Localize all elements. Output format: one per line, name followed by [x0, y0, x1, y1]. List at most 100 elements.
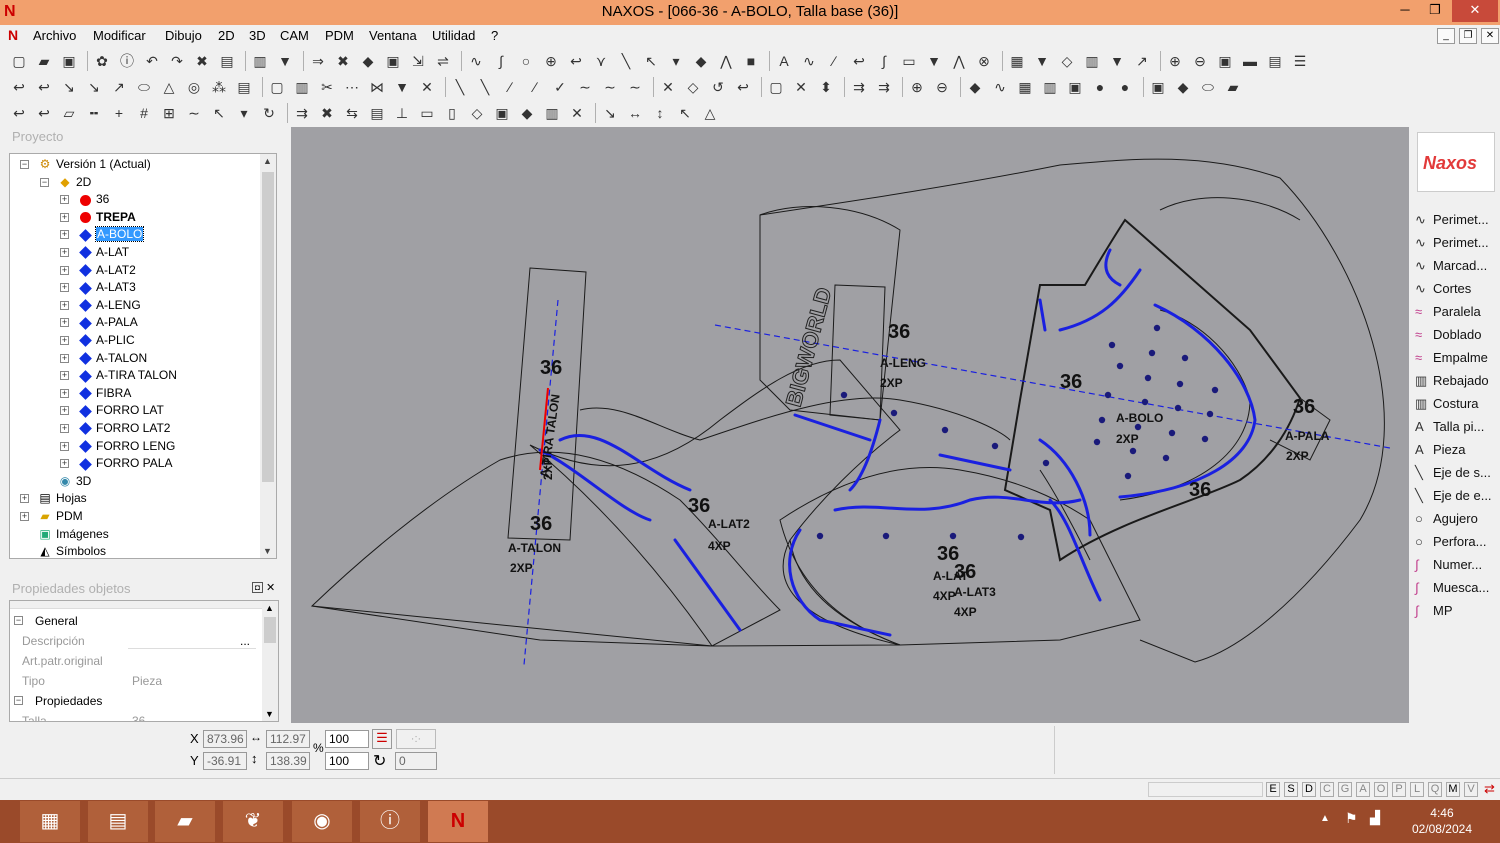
toolbar-tool-icon[interactable]: ∿ — [800, 52, 818, 70]
grid-snap-icon[interactable]: ·:· — [396, 729, 436, 749]
tree-expander-icon[interactable]: − — [20, 160, 29, 169]
toolbar-tool-icon[interactable]: ▼ — [925, 52, 943, 70]
tool-paralela-button[interactable]: ≈ Paralela — [1415, 301, 1481, 323]
scroll-down-icon[interactable]: ▼ — [263, 546, 272, 556]
toolbar-tool-icon[interactable]: ↩ — [734, 78, 752, 96]
tree-expander-icon[interactable]: + — [60, 388, 69, 398]
tree-expander-icon[interactable]: + — [60, 336, 69, 345]
tree-expander-icon[interactable]: + — [60, 424, 69, 433]
tray-arrow-icon[interactable]: ▲ — [1320, 813, 1330, 824]
menu-archivo[interactable]: Archivo — [33, 28, 76, 43]
toolbar-tool-icon[interactable]: ⊥ — [393, 104, 411, 122]
toolbar-tool-icon[interactable]: ◆ — [518, 104, 536, 122]
tree-item[interactable]: FORRO PALA — [74, 455, 172, 472]
pin-icon[interactable]: ◘ — [252, 582, 263, 593]
toolbar-tool-icon[interactable]: ✖ — [318, 104, 336, 122]
tree-expander-icon[interactable]: + — [60, 283, 69, 293]
tree-expander-icon[interactable]: + — [60, 230, 69, 240]
toolbar-tool-icon[interactable]: ↖ — [676, 104, 694, 122]
toolbar-tool-icon[interactable]: ∫ — [492, 52, 510, 70]
toolbar-tool-icon[interactable]: ⊞ — [160, 104, 178, 122]
toolbar-tool-icon[interactable]: ▤ — [1266, 52, 1284, 70]
pattern-drawing[interactable]: 36A-TIRA TALON2XP36A-TALON2XP36A-LAT24XP… — [291, 127, 1409, 723]
toolbar-tool-icon[interactable]: ⇉ — [875, 78, 893, 96]
tool-doblado-button[interactable]: ≈ Doblado — [1415, 324, 1481, 346]
status-toggle-q[interactable]: Q — [1428, 782, 1442, 797]
prop-row-talla[interactable]: Talla 36 — [10, 711, 262, 721]
tree-expander-icon[interactable]: + — [60, 300, 69, 310]
toolbar-tool-icon[interactable]: ⊕ — [1166, 52, 1184, 70]
menu-pdm[interactable]: PDM — [325, 28, 354, 43]
mdi-restore-icon[interactable]: ❐ — [1459, 28, 1477, 44]
tree-expander-icon[interactable]: + — [60, 265, 69, 275]
tree-expander-icon[interactable]: + — [60, 371, 69, 381]
menu-cam[interactable]: CAM — [280, 28, 309, 43]
status-toggle-d[interactable]: D — [1302, 782, 1316, 797]
toolbar-tool-icon[interactable]: ↔ — [626, 104, 644, 122]
clock[interactable]: 4:46 02/08/2024 — [1412, 805, 1472, 837]
tree-item[interactable]: A-LAT2 — [74, 262, 136, 279]
toolbar-tool-icon[interactable]: ⇉ — [850, 78, 868, 96]
toolbar-tool-icon[interactable]: ╲ — [617, 52, 635, 70]
toolbar-tool-icon[interactable]: ↩ — [850, 52, 868, 70]
status-flag-icon[interactable]: ⇄ — [1484, 781, 1495, 797]
toolbar-tool-icon[interactable]: ∕ — [501, 78, 519, 96]
group-general[interactable]: − General — [10, 611, 262, 631]
signal-icon[interactable]: ▟ — [1370, 810, 1380, 826]
height-field[interactable]: 138.39 — [266, 752, 310, 770]
toolbar-tool-icon[interactable]: ∕ — [825, 52, 843, 70]
toolbar-tool-icon[interactable]: ○ — [517, 52, 535, 70]
toolbar-tool-icon[interactable]: ↷ — [168, 52, 186, 70]
mdi-close-icon[interactable]: ✕ — [1481, 28, 1499, 44]
tree-expander-icon[interactable]: + — [60, 248, 69, 257]
toolbar-tool-icon[interactable]: ⬍ — [817, 78, 835, 96]
document-icon[interactable]: N — [8, 27, 18, 43]
toolbar-tool-icon[interactable]: ╍ — [85, 104, 103, 122]
toolbar-tool-icon[interactable]: ▯ — [443, 104, 461, 122]
toolbar-tool-icon[interactable]: ▥ — [543, 104, 561, 122]
toolbar-tool-icon[interactable]: ✓ — [551, 78, 569, 96]
toolbar-tool-icon[interactable]: ▭ — [418, 104, 436, 122]
toolbar-tool-icon[interactable]: ⋎ — [592, 52, 610, 70]
prop-row-art-patr[interactable]: Art.patr.original — [10, 651, 262, 671]
tool-ejedes-button[interactable]: ╲ Eje de s... — [1415, 462, 1491, 484]
scale-x-field[interactable]: 100 — [325, 730, 369, 748]
toolbar-tool-icon[interactable]: △ — [160, 78, 178, 96]
toolbar-tool-icon[interactable]: ⇆ — [343, 104, 361, 122]
toolbar-tool-icon[interactable]: ✿ — [93, 52, 111, 70]
minimize-icon[interactable]: ─ — [1390, 0, 1420, 22]
toolbar-tool-icon[interactable]: ▥ — [1083, 52, 1101, 70]
toolbar-tool-icon[interactable]: ⊗ — [975, 52, 993, 70]
mdi-minimize-icon[interactable]: _ — [1437, 28, 1455, 44]
toolbar-tool-icon[interactable]: ▤ — [235, 78, 253, 96]
tree-item[interactable]: FORRO LAT2 — [74, 420, 170, 437]
toolbar-tool-icon[interactable]: ◇ — [468, 104, 486, 122]
tool-tallapi-button[interactable]: A Talla pi... — [1415, 416, 1484, 438]
toolbar-tool-icon[interactable]: ● — [1116, 78, 1134, 96]
scroll-up-icon[interactable]: ▲ — [263, 156, 272, 166]
tool-agujero-button[interactable]: ○ Agujero — [1415, 508, 1478, 530]
toolbar-tool-icon[interactable]: ✖ — [193, 52, 211, 70]
toolbar-tool-icon[interactable]: ↗ — [1133, 52, 1151, 70]
toolbar-tool-icon[interactable]: # — [135, 104, 153, 122]
leaf-app-icon[interactable]: ❦ — [223, 801, 283, 842]
menu-help[interactable]: ? — [491, 28, 498, 43]
prop-row-descripcion[interactable]: Descripción ... — [10, 631, 262, 651]
toolbar-tool-icon[interactable]: ▾ — [667, 52, 685, 70]
toolbar-tool-icon[interactable]: △ — [701, 104, 719, 122]
toolbar-tool-icon[interactable]: ▣ — [384, 52, 402, 70]
tool-pieza-button[interactable]: A Pieza — [1415, 439, 1466, 461]
toolbar-tool-icon[interactable]: ⊕ — [542, 52, 560, 70]
toolbar-tool-icon[interactable]: ✖ — [334, 52, 352, 70]
toolbar-tool-icon[interactable]: ▢ — [268, 78, 286, 96]
toolbar-tool-icon[interactable]: ╲ — [451, 78, 469, 96]
toolbar-tool-icon[interactable]: ▣ — [1066, 78, 1084, 96]
status-toggle-v[interactable]: V — [1464, 782, 1478, 797]
toolbar-tool-icon[interactable]: ↕ — [651, 104, 669, 122]
tree-item[interactable]: ⚙ Versión 1 (Actual) — [34, 156, 151, 173]
toolbar-tool-icon[interactable]: ◆ — [692, 52, 710, 70]
panel-close-icon[interactable]: ✕ — [266, 581, 275, 594]
tool-muesca-button[interactable]: ∫ Muesca... — [1415, 577, 1489, 599]
toolbar-tool-icon[interactable]: ✕ — [418, 78, 436, 96]
toolbar-tool-icon[interactable]: ↻ — [260, 104, 278, 122]
